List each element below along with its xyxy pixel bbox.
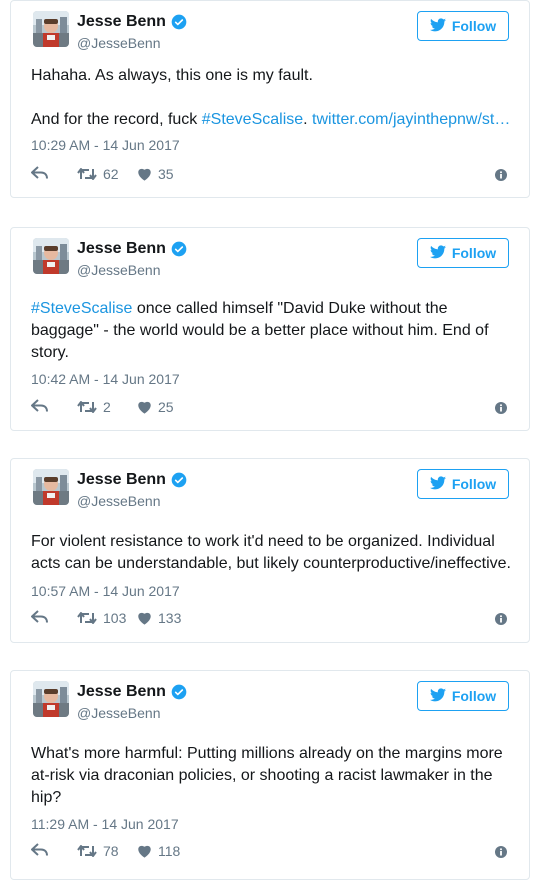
reply-button[interactable] bbox=[31, 843, 49, 857]
author-name-row[interactable]: Jesse Benn bbox=[77, 12, 187, 32]
tweet-card[interactable]: Jesse Benn @JesseBenn Follow For violent re… bbox=[10, 458, 530, 643]
avatar[interactable] bbox=[33, 11, 69, 47]
like-button[interactable]: 25 bbox=[137, 399, 174, 415]
like-count: 35 bbox=[158, 166, 174, 182]
tweet-text-part: What's more harmful: Putting millions al… bbox=[31, 745, 508, 806]
author-handle[interactable]: @JesseBenn bbox=[77, 492, 160, 510]
verified-badge-icon bbox=[171, 241, 187, 257]
retweet-count: 2 bbox=[103, 399, 111, 415]
author-name-row[interactable]: Jesse Benn bbox=[77, 470, 187, 490]
reply-button[interactable] bbox=[31, 399, 49, 413]
reply-button[interactable] bbox=[31, 610, 49, 624]
tweet-text: For violent resistance to work it'd need… bbox=[31, 531, 515, 575]
retweet-icon bbox=[77, 844, 97, 858]
author-handle[interactable]: @JesseBenn bbox=[77, 704, 160, 722]
hashtag-link[interactable]: #SteveScalise bbox=[31, 300, 132, 317]
tweet-card[interactable]: Jesse Benn @JesseBenn Follow Hahaha. As alw… bbox=[10, 0, 530, 198]
tweet-text: What's more harmful: Putting millions al… bbox=[31, 743, 515, 809]
hashtag-link[interactable]: #SteveScalise bbox=[202, 111, 303, 128]
tweet-timestamp[interactable]: 10:42 AM - 14 Jun 2017 bbox=[31, 370, 180, 388]
author-name[interactable]: Jesse Benn bbox=[77, 682, 166, 702]
tweet-actions: 62 35 bbox=[31, 166, 509, 186]
follow-button[interactable]: Follow bbox=[417, 11, 509, 41]
retweet-icon bbox=[77, 400, 97, 414]
heart-icon bbox=[137, 400, 152, 414]
tweet-card[interactable]: Jesse Benn @JesseBenn Follow What's more ha… bbox=[10, 670, 530, 880]
tweet-card[interactable]: Jesse Benn @JesseBenn Follow #SteveScalise … bbox=[10, 227, 530, 431]
author-handle[interactable]: @JesseBenn bbox=[77, 261, 160, 279]
author-name[interactable]: Jesse Benn bbox=[77, 239, 166, 259]
verified-badge-icon bbox=[171, 684, 187, 700]
author-name[interactable]: Jesse Benn bbox=[77, 12, 166, 32]
author-handle[interactable]: @JesseBenn bbox=[77, 34, 160, 52]
heart-icon bbox=[137, 611, 152, 625]
retweet-icon bbox=[77, 167, 97, 181]
tweet-timestamp[interactable]: 10:29 AM - 14 Jun 2017 bbox=[31, 136, 180, 154]
reply-button[interactable] bbox=[31, 166, 49, 180]
author-name-row[interactable]: Jesse Benn bbox=[77, 239, 187, 259]
follow-label: Follow bbox=[451, 18, 497, 34]
like-count: 133 bbox=[158, 610, 182, 626]
info-icon[interactable] bbox=[495, 168, 507, 186]
like-button[interactable]: 35 bbox=[137, 166, 174, 182]
heart-icon bbox=[137, 167, 152, 181]
avatar[interactable] bbox=[33, 681, 69, 717]
follow-button[interactable]: Follow bbox=[417, 681, 509, 711]
tweet-text: Hahaha. As always, this one is my fault.… bbox=[31, 65, 515, 131]
retweet-button[interactable]: 2 bbox=[77, 399, 111, 415]
tweet-text-part: For violent resistance to work it'd need… bbox=[31, 533, 511, 572]
retweet-icon bbox=[77, 611, 97, 625]
tweet-actions: 2 25 bbox=[31, 399, 509, 419]
retweet-count: 78 bbox=[103, 843, 119, 859]
retweet-button[interactable]: 62 bbox=[77, 166, 119, 182]
like-button[interactable]: 118 bbox=[137, 843, 180, 859]
info-icon[interactable] bbox=[495, 845, 507, 863]
retweet-count: 103 bbox=[103, 610, 127, 626]
verified-badge-icon bbox=[171, 14, 187, 30]
retweet-button[interactable]: 103 bbox=[77, 610, 126, 626]
follow-label: Follow bbox=[451, 688, 497, 704]
follow-button[interactable]: Follow bbox=[417, 238, 509, 268]
reply-icon bbox=[31, 399, 49, 413]
like-count: 25 bbox=[158, 399, 174, 415]
retweet-button[interactable]: 78 bbox=[77, 843, 119, 859]
twitter-bird-icon bbox=[429, 17, 446, 35]
twitter-bird-icon bbox=[429, 475, 446, 493]
twitter-bird-icon bbox=[429, 687, 446, 705]
tweet-actions: 78 118 bbox=[31, 843, 509, 863]
avatar[interactable] bbox=[33, 469, 69, 505]
url-link[interactable]: twitter.com/jayinthepnw/st… bbox=[312, 111, 510, 128]
follow-label: Follow bbox=[451, 245, 497, 261]
heart-icon bbox=[137, 844, 152, 858]
follow-button[interactable]: Follow bbox=[417, 469, 509, 499]
reply-icon bbox=[31, 843, 49, 857]
avatar[interactable] bbox=[33, 238, 69, 274]
twitter-bird-icon bbox=[429, 244, 446, 262]
info-icon[interactable] bbox=[495, 612, 507, 630]
tweet-text: #SteveScalise once called himself "David… bbox=[31, 298, 515, 364]
tweet-timestamp[interactable]: 11:29 AM - 14 Jun 2017 bbox=[31, 815, 179, 833]
like-button[interactable]: 133 bbox=[137, 610, 181, 626]
tweet-actions: 103 133 bbox=[31, 610, 509, 630]
like-count: 118 bbox=[158, 843, 181, 859]
follow-label: Follow bbox=[451, 476, 497, 492]
retweet-count: 62 bbox=[103, 166, 119, 182]
tweet-timestamp[interactable]: 10:57 AM - 14 Jun 2017 bbox=[31, 582, 180, 600]
author-name-row[interactable]: Jesse Benn bbox=[77, 682, 187, 702]
verified-badge-icon bbox=[171, 472, 187, 488]
tweet-text-part: . bbox=[303, 111, 313, 128]
reply-icon bbox=[31, 166, 49, 180]
reply-icon bbox=[31, 610, 49, 624]
info-icon[interactable] bbox=[495, 401, 507, 419]
author-name[interactable]: Jesse Benn bbox=[77, 470, 166, 490]
